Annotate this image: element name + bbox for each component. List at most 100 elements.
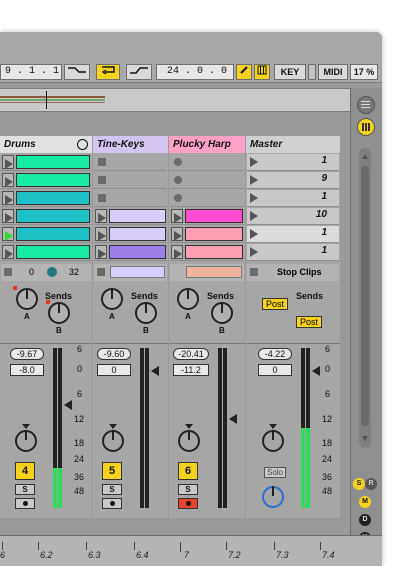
- beat-time-ruler[interactable]: 6 6.2 6.3 6.4 7 7.2 7.3 7.4: [0, 535, 382, 566]
- clip[interactable]: [16, 227, 90, 241]
- record-slot-icon[interactable]: [174, 158, 182, 166]
- track-title-plucky-harp[interactable]: Plucky Harp: [169, 136, 245, 153]
- clip[interactable]: [109, 209, 166, 223]
- delay-section-button[interactable]: D: [359, 514, 371, 526]
- stop-button[interactable]: [98, 176, 106, 184]
- punch-button[interactable]: [126, 64, 152, 80]
- scene-launch[interactable]: 1: [247, 244, 339, 261]
- clip[interactable]: [185, 245, 243, 259]
- clip[interactable]: [109, 227, 166, 241]
- song-position-display[interactable]: 9 . 1 . 1: [0, 64, 62, 80]
- cue-volume-knob[interactable]: [262, 486, 284, 508]
- volume-fader[interactable]: [151, 366, 159, 376]
- volume-display[interactable]: -20.41: [173, 348, 209, 360]
- clip[interactable]: [185, 227, 243, 241]
- hamburger-icon[interactable]: [357, 96, 375, 114]
- pan-knob[interactable]: [15, 430, 37, 452]
- clip[interactable]: [185, 209, 243, 223]
- clip-slot-empty[interactable]: [170, 154, 244, 171]
- track-title-tine-keys[interactable]: Tine-Keys: [93, 136, 168, 153]
- return-toggle-button[interactable]: R: [365, 478, 377, 490]
- clip-slot-empty[interactable]: [94, 154, 167, 171]
- clip-slot[interactable]: [94, 244, 167, 261]
- post-button-b[interactable]: Post: [296, 316, 322, 328]
- track-menu-icon[interactable]: [77, 139, 88, 150]
- track-activator-button[interactable]: 5: [102, 462, 122, 480]
- clip[interactable]: [16, 155, 90, 169]
- stop-button[interactable]: [98, 158, 106, 166]
- volume-fader[interactable]: [64, 400, 72, 410]
- clip-slot[interactable]: [170, 244, 244, 261]
- clip-slot[interactable]: [1, 190, 91, 207]
- draw-mode-button[interactable]: [236, 64, 252, 80]
- clip-slot-empty[interactable]: [94, 172, 167, 189]
- clip-slot[interactable]: [1, 172, 91, 189]
- record-slot-icon[interactable]: [174, 194, 182, 202]
- mixer-section-button[interactable]: M: [359, 496, 371, 508]
- scene-launch-selected[interactable]: 1: [247, 226, 339, 243]
- midi-map-button[interactable]: MIDI: [318, 64, 348, 80]
- clip[interactable]: [16, 209, 90, 223]
- loop-length-display[interactable]: 24 . 0 . 0: [156, 64, 234, 80]
- clip[interactable]: [16, 191, 90, 205]
- send-b-knob[interactable]: [211, 302, 233, 324]
- clip-slot[interactable]: [94, 226, 167, 243]
- track-title-master[interactable]: Master: [246, 136, 340, 153]
- send-b-knob[interactable]: [48, 302, 70, 324]
- record-slot-icon[interactable]: [174, 176, 182, 184]
- solo-button[interactable]: S: [102, 484, 122, 495]
- scene-launch[interactable]: 10: [247, 208, 339, 225]
- stop-all-icon: [250, 268, 258, 276]
- vertical-scrollbar[interactable]: [359, 148, 371, 448]
- stop-button[interactable]: [97, 268, 105, 276]
- send-a-knob[interactable]: [16, 288, 38, 310]
- track-activator-button[interactable]: 4: [15, 462, 35, 480]
- mixer-toggle-icon[interactable]: [357, 118, 375, 136]
- computer-midi-keyboard-button[interactable]: [254, 64, 270, 80]
- stop-button[interactable]: [98, 194, 106, 202]
- clip-slot-playing[interactable]: [1, 226, 91, 243]
- stop-button[interactable]: [4, 268, 12, 276]
- send-a-knob[interactable]: [177, 288, 199, 310]
- clip-slot-empty[interactable]: [94, 190, 167, 207]
- pan-knob[interactable]: [262, 430, 284, 452]
- loop-button[interactable]: [96, 64, 120, 80]
- clip-slot[interactable]: [1, 154, 91, 171]
- arm-button[interactable]: [15, 498, 35, 509]
- scene-launch[interactable]: 9: [247, 172, 339, 189]
- clip-slot[interactable]: [170, 208, 244, 225]
- volume-fader[interactable]: [229, 414, 237, 424]
- volume-display[interactable]: -9.60: [97, 348, 131, 360]
- solo-cue-button[interactable]: Solo: [264, 467, 286, 478]
- send-toggle-button[interactable]: S: [353, 478, 365, 490]
- clip-slot[interactable]: [1, 244, 91, 261]
- key-map-button[interactable]: KEY: [274, 64, 306, 80]
- track-activator-button[interactable]: 6: [178, 462, 198, 480]
- track-title-drums[interactable]: Drums: [0, 136, 92, 153]
- clip-slot[interactable]: [94, 208, 167, 225]
- clip[interactable]: [16, 245, 90, 259]
- clip[interactable]: [109, 245, 166, 259]
- solo-button[interactable]: S: [178, 484, 198, 495]
- arm-button-active[interactable]: [178, 498, 198, 509]
- solo-button[interactable]: S: [15, 484, 35, 495]
- clip[interactable]: [16, 173, 90, 187]
- stop-all-row[interactable]: Stop Clips: [247, 264, 339, 281]
- scene-launch[interactable]: 1: [247, 154, 339, 171]
- send-b-knob[interactable]: [135, 302, 157, 324]
- clip-slot[interactable]: [170, 226, 244, 243]
- clip-slot-empty[interactable]: [170, 190, 244, 207]
- track-status-row: 0 32: [1, 264, 91, 281]
- scene-launch[interactable]: 1: [247, 190, 339, 207]
- arrangement-overview[interactable]: [0, 88, 350, 112]
- pan-knob[interactable]: [102, 430, 124, 452]
- send-a-knob[interactable]: [101, 288, 123, 310]
- post-button-a[interactable]: Post: [262, 298, 288, 310]
- follow-curve-button[interactable]: [64, 64, 90, 80]
- volume-display[interactable]: -9.67: [10, 348, 44, 360]
- clip-slot-empty[interactable]: [170, 172, 244, 189]
- clip-slot[interactable]: [1, 208, 91, 225]
- pan-knob[interactable]: [178, 430, 200, 452]
- arm-button[interactable]: [102, 498, 122, 509]
- volume-display[interactable]: -4.22: [258, 348, 292, 360]
